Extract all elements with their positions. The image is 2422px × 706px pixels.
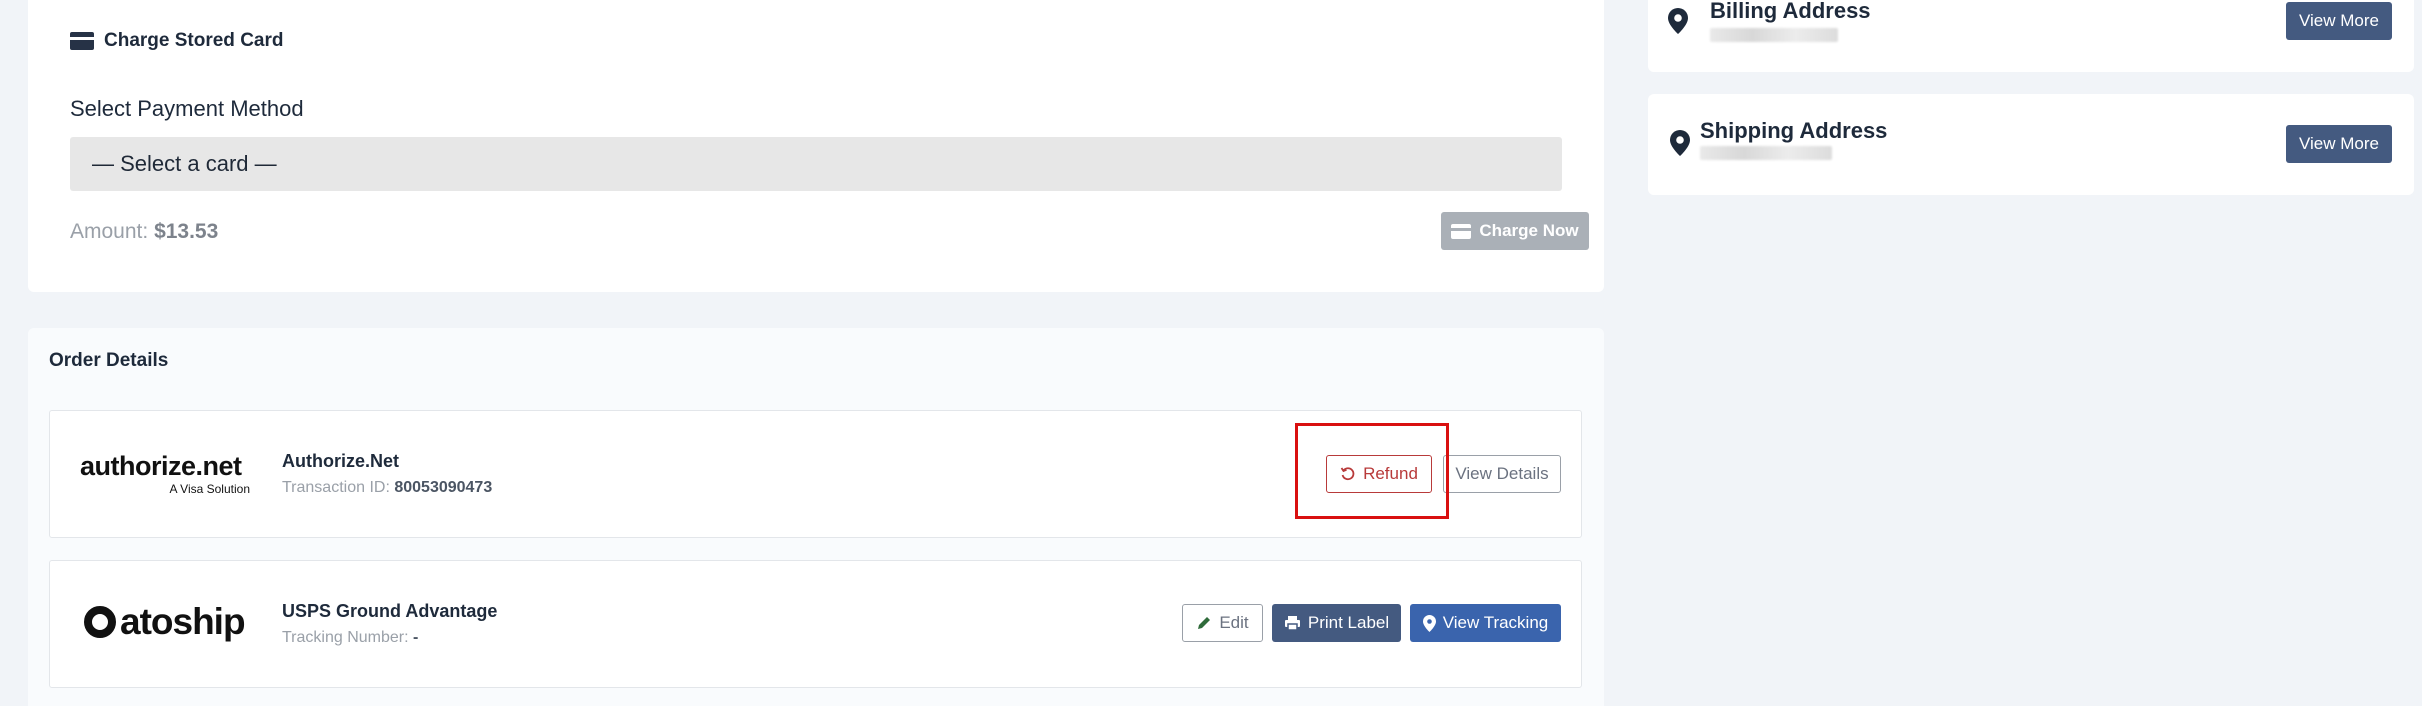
shipping-row: atoship USPS Ground Advantage Tracking N…	[49, 560, 1582, 688]
shipping-view-more-button[interactable]: View More	[2286, 125, 2392, 163]
view-details-button[interactable]: View Details	[1443, 455, 1561, 493]
transaction-id: Transaction ID: 80053090473	[282, 479, 493, 496]
authorize-net-logo: authorize.net A Visa Solution	[80, 451, 250, 496]
map-marker-icon	[1668, 8, 1688, 34]
shipping-address-title: Shipping Address	[1700, 118, 1888, 143]
select-payment-label: Select Payment Method	[70, 96, 304, 121]
tracking-number: Tracking Number: -	[282, 629, 419, 646]
card-select[interactable]: — Select a card —	[70, 137, 1562, 191]
shipping-address-card: Shipping Address View More	[1648, 94, 2414, 195]
pencil-icon	[1198, 617, 1211, 629]
edit-button[interactable]: Edit	[1182, 604, 1263, 642]
charge-card-header: Charge Stored Card	[70, 30, 283, 52]
billing-address-card: Billing Address View More	[1648, 0, 2414, 72]
billing-address-redacted	[1710, 28, 1838, 42]
amount-label: Amount:	[70, 220, 149, 243]
refund-highlight-box	[1295, 423, 1449, 519]
printer-icon	[1284, 616, 1300, 631]
billing-address-title: Billing Address	[1710, 0, 1871, 23]
billing-view-more-button[interactable]: View More	[2286, 2, 2392, 40]
charge-card-title: Charge Stored Card	[104, 30, 284, 51]
amount-text: Amount: $13.53	[70, 220, 218, 244]
atoship-logo: atoship	[84, 601, 246, 643]
charge-now-button[interactable]: Charge Now	[1441, 212, 1589, 250]
charge-stored-card-panel: Charge Stored Card Select Payment Method…	[28, 0, 1604, 292]
map-marker-icon	[1670, 130, 1690, 156]
amount-value: $13.53	[154, 220, 219, 243]
credit-card-icon	[1451, 223, 1472, 239]
order-details-title: Order Details	[49, 350, 169, 371]
shipping-service-name: USPS Ground Advantage	[282, 601, 498, 621]
charge-now-label: Charge Now	[1479, 221, 1579, 240]
shipping-address-redacted	[1700, 146, 1832, 160]
credit-card-icon	[70, 32, 94, 50]
payment-provider-name: Authorize.Net	[282, 451, 399, 471]
map-marker-icon	[1422, 614, 1436, 632]
view-tracking-button[interactable]: View Tracking	[1410, 604, 1561, 642]
print-label-button[interactable]: Print Label	[1272, 604, 1401, 642]
